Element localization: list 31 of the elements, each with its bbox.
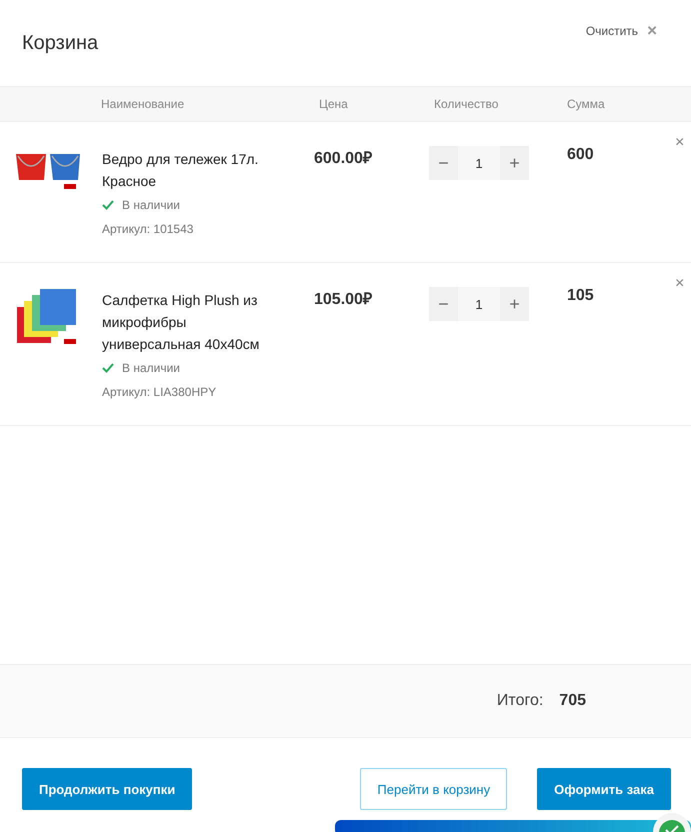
decrease-button[interactable]: − <box>429 146 458 180</box>
column-header: Цена <box>319 97 349 111</box>
clear-button[interactable]: Очистить × <box>586 20 657 40</box>
product-name[interactable]: Салфетка High Plush из микрофибры универсальная 40x40см <box>102 289 287 355</box>
column-header: Наименование <box>101 97 186 111</box>
action-button[interactable]: Продолжить покупки <box>22 768 192 810</box>
remove-button[interactable]: × <box>675 134 684 152</box>
check-icon <box>102 363 114 373</box>
availability-status: В наличии <box>102 361 314 375</box>
remove-button[interactable]: × <box>675 275 684 293</box>
quantity-stepper[interactable]: − 1 + <box>429 287 529 321</box>
total-label: Итого: <box>496 692 544 710</box>
column-header: Количество <box>434 97 500 111</box>
price-text: 600.00₽ <box>314 149 373 168</box>
total-value: 705 <box>559 692 586 710</box>
check-icon <box>102 200 114 210</box>
price-text: 105.00₽ <box>314 290 373 309</box>
increase-button[interactable]: + <box>500 287 529 321</box>
sum-text: 600 <box>567 146 595 164</box>
decrease-button[interactable]: − <box>429 287 458 321</box>
sku-text: Артикул: 101543 <box>102 222 194 236</box>
go-to-cart-button[interactable]: Перейти в корзину <box>360 768 508 810</box>
increase-button[interactable]: + <box>500 146 529 180</box>
sum-text: 105 <box>567 287 595 305</box>
action-button[interactable]: Оформить зака <box>537 768 671 810</box>
sku-text: Артикул: LIA380HPY <box>102 385 218 399</box>
availability-status: В наличии <box>102 198 314 212</box>
product-name[interactable]: Ведро для тележек 17л. Красное <box>102 148 287 192</box>
quantity-stepper[interactable]: − 1 + <box>429 146 529 180</box>
cart-title: Корзина <box>22 32 98 54</box>
column-header: Сумма <box>567 97 606 111</box>
